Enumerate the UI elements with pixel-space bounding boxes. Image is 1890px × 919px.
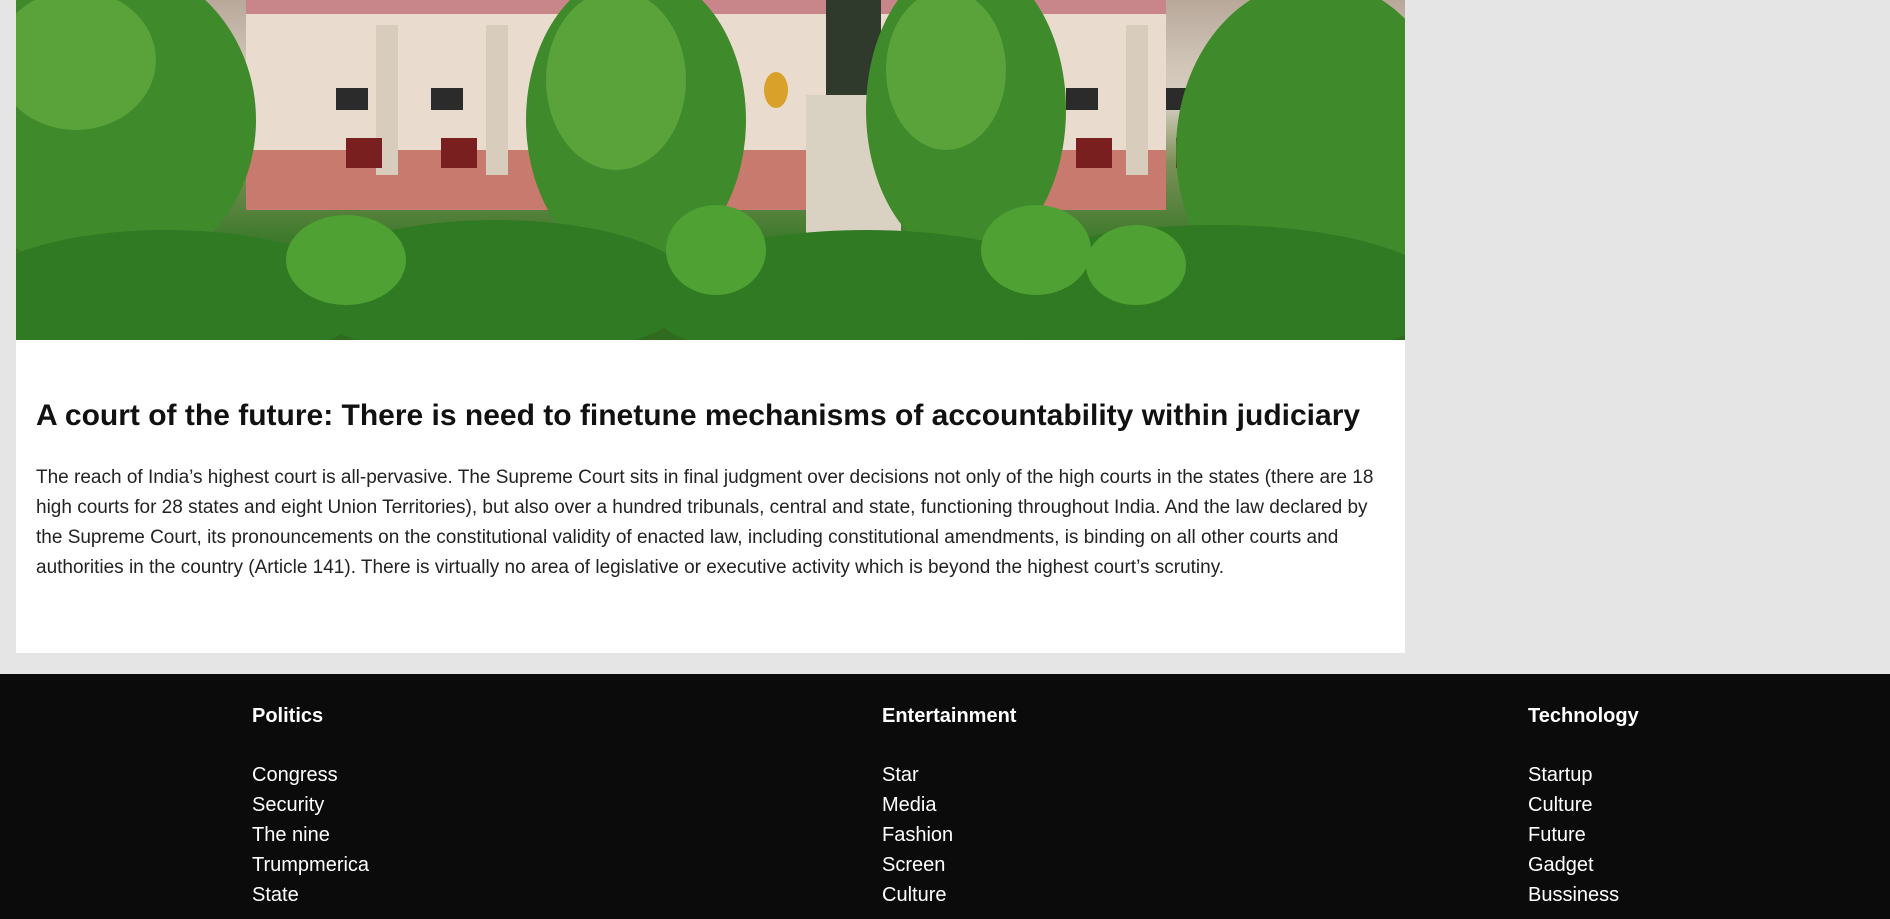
footer-link-item: Culture [882,880,1016,910]
site-footer: Politics Congress Security The nine Trum… [0,674,1890,919]
footer-link-item: Startup [1528,760,1639,790]
footer-link-list: Congress Security The nine Trumpmerica S… [252,760,369,910]
footer-link-item: The nine [252,820,369,850]
footer-link-item: Gadget [1528,850,1639,880]
footer-column-entertainment: Entertainment Star Media Fashion Screen … [882,704,1016,910]
footer-link[interactable]: Future [1528,824,1586,846]
footer-link[interactable]: Culture [882,884,946,906]
hero-image[interactable] [16,0,1405,340]
footer-link-item: Star [882,760,1016,790]
footer-link-list: Startup Culture Future Gadget Bussiness [1528,760,1639,910]
footer-link-item: Future [1528,820,1639,850]
footer-link-item: Security [252,790,369,820]
footer-link-item: State [252,880,369,910]
footer-link-item: Culture [1528,790,1639,820]
footer-link-item: Trumpmerica [252,850,369,880]
footer-link[interactable]: The nine [252,824,330,846]
article-body: The reach of India’s highest court is al… [36,467,1374,578]
footer-link[interactable]: Media [882,794,936,816]
footer-link-item: Bussiness [1528,880,1639,910]
footer-link[interactable]: State [252,884,299,906]
footer-link[interactable]: Screen [882,854,945,876]
footer-column-politics: Politics Congress Security The nine Trum… [252,704,369,910]
footer-heading[interactable]: Technology [1528,704,1639,728]
footer-link[interactable]: Bussiness [1528,884,1619,906]
footer-link[interactable]: Gadget [1528,854,1594,876]
footer-link[interactable]: Star [882,764,919,786]
footer-link-list: Star Media Fashion Screen Culture [882,760,1016,910]
article-card: A court of the future: There is need to … [16,0,1405,653]
footer-heading[interactable]: Entertainment [882,704,1016,728]
footer-link[interactable]: Congress [252,764,338,786]
footer-link-item: Fashion [882,820,1016,850]
footer-link[interactable]: Culture [1528,794,1592,816]
article-title[interactable]: A court of the future: There is need to … [36,396,1386,436]
footer-link[interactable]: Trumpmerica [252,854,369,876]
footer-link-item: Congress [252,760,369,790]
footer-link[interactable]: Fashion [882,824,953,846]
footer-link[interactable]: Startup [1528,764,1592,786]
footer-column-technology: Technology Startup Culture Future Gadget… [1528,704,1639,910]
footer-link-item: Screen [882,850,1016,880]
footer-heading[interactable]: Politics [252,704,369,728]
supreme-court-illustration [16,0,1405,340]
footer-link-item: Media [882,790,1016,820]
footer-link[interactable]: Security [252,794,324,816]
